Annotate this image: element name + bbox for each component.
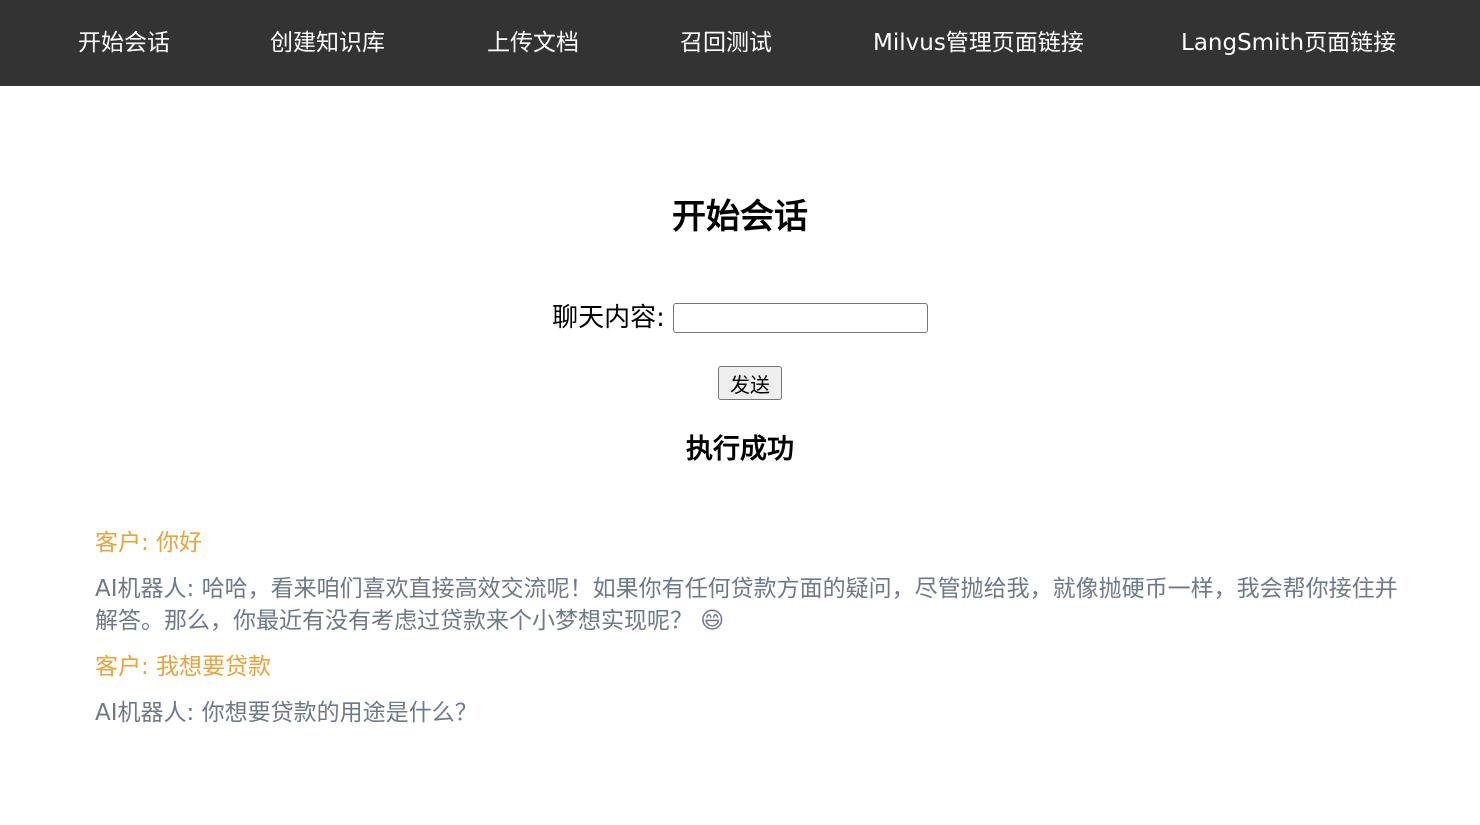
nav-link-langsmith[interactable]: LangSmith页面链接 — [1181, 0, 1396, 86]
top-navbar: 开始会话 创建知识库 上传文档 召回测试 Milvus管理页面链接 LangSm… — [0, 0, 1480, 86]
chat-content-label: 聊天内容: — [552, 303, 665, 333]
nav-link-start-chat[interactable]: 开始会话 — [78, 0, 170, 86]
chat-content-input[interactable] — [672, 303, 928, 333]
nav-link-recall-test[interactable]: 召回测试 — [680, 0, 772, 86]
status-message: 执行成功 — [686, 434, 794, 465]
nav-link-milvus-admin[interactable]: Milvus管理页面链接 — [873, 0, 1084, 86]
message-bot: AI机器人: 哈哈，看来咱们喜欢直接高效交流呢！如果你有任何贷款方面的疑问，尽管… — [95, 576, 1398, 634]
chat-input-row: 聊天内容: — [0, 298, 1480, 338]
nav-link-create-knowledge-base[interactable]: 创建知识库 — [270, 0, 385, 86]
message-customer: 客户: 我想要贷款 — [95, 654, 272, 680]
message-list: 客户: 你好 AI机器人: 哈哈，看来咱们喜欢直接高效交流呢！如果你有任何贷款方… — [95, 527, 1415, 743]
message-bot: AI机器人: 你想要贷款的用途是什么？ — [95, 700, 478, 726]
page-title: 开始会话 — [672, 197, 808, 237]
message-customer: 客户: 你好 — [95, 530, 203, 556]
send-button[interactable]: 发送 — [718, 366, 782, 400]
nav-link-upload-document[interactable]: 上传文档 — [487, 0, 579, 86]
